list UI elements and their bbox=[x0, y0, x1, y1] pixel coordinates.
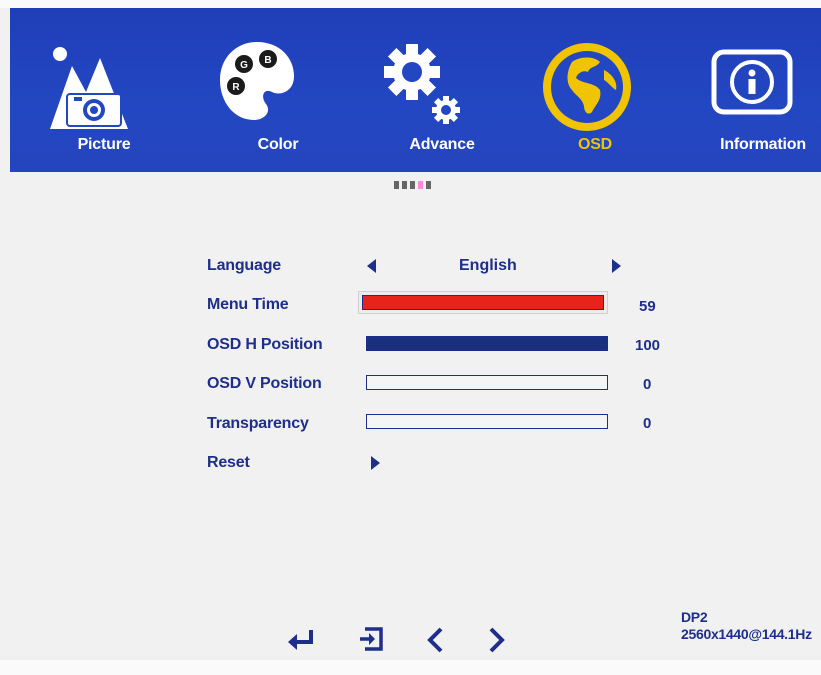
left-icon[interactable] bbox=[425, 626, 445, 654]
enter-icon[interactable] bbox=[287, 628, 317, 652]
osd-h-position-value: 100 bbox=[635, 337, 661, 354]
page-dot bbox=[402, 181, 407, 189]
right-icon[interactable] bbox=[487, 626, 507, 654]
tab-advance[interactable]: Advance bbox=[370, 8, 490, 172]
gears-icon bbox=[384, 44, 460, 124]
page-indicator bbox=[394, 181, 434, 189]
tab-osd[interactable]: OSD bbox=[540, 8, 640, 172]
osd-h-position-track bbox=[366, 336, 608, 351]
page-dot bbox=[426, 181, 431, 189]
reset-arrow-icon[interactable] bbox=[371, 456, 380, 470]
screen-bezel-bottom bbox=[0, 660, 821, 675]
osd-v-position-track bbox=[366, 375, 608, 390]
transparency-label: Transparency bbox=[207, 415, 309, 432]
language-next-arrow-icon[interactable] bbox=[612, 259, 621, 273]
language-label: Language bbox=[207, 257, 281, 274]
osd-h-position-slider[interactable] bbox=[366, 336, 608, 351]
page-dot bbox=[394, 181, 399, 189]
menu-time-slider[interactable] bbox=[358, 291, 608, 314]
page-dot bbox=[410, 181, 415, 189]
menu-time-track bbox=[362, 295, 604, 310]
menu-time-value: 59 bbox=[639, 298, 656, 315]
screen-bezel-top bbox=[0, 0, 821, 8]
reset-label: Reset bbox=[207, 454, 250, 471]
svg-text:R: R bbox=[232, 82, 240, 93]
tab-information[interactable]: Information bbox=[690, 8, 821, 172]
tab-osd-label: OSD bbox=[577, 136, 613, 153]
tab-advance-label: Advance bbox=[409, 136, 475, 153]
transparency-value: 0 bbox=[643, 415, 652, 432]
page-dot-active bbox=[418, 181, 423, 189]
picture-icon bbox=[50, 47, 128, 129]
transparency-slider[interactable] bbox=[366, 414, 608, 429]
menu-time-label: Menu Time bbox=[207, 296, 289, 313]
osd-h-position-fill bbox=[367, 337, 607, 350]
input-source: DP2 bbox=[681, 609, 708, 625]
globe-icon bbox=[543, 43, 631, 131]
exit-icon[interactable] bbox=[358, 626, 384, 652]
transparency-track bbox=[366, 414, 608, 429]
osd-header-bar: Picture G B R Color Advance OSD Informat… bbox=[10, 8, 821, 172]
resolution-refresh: 2560x1440@144.1Hz bbox=[681, 626, 812, 642]
language-prev-arrow-icon[interactable] bbox=[367, 259, 376, 273]
osd-v-position-value: 0 bbox=[643, 376, 652, 393]
tab-information-label: Information bbox=[720, 136, 806, 153]
osd-v-position-label: OSD V Position bbox=[207, 375, 322, 392]
tab-color[interactable]: G B R Color bbox=[200, 8, 310, 172]
tab-color-label: Color bbox=[257, 136, 299, 153]
language-value: English bbox=[459, 257, 517, 274]
osd-v-position-slider[interactable] bbox=[366, 375, 608, 390]
svg-text:B: B bbox=[264, 55, 271, 66]
tab-picture[interactable]: Picture bbox=[10, 8, 170, 172]
osd-h-position-label: OSD H Position bbox=[207, 336, 323, 353]
menu-time-fill bbox=[363, 296, 603, 309]
tab-picture-label: Picture bbox=[77, 136, 131, 153]
svg-text:G: G bbox=[240, 60, 248, 71]
color-palette-icon: G B R bbox=[220, 42, 294, 120]
info-icon bbox=[711, 49, 793, 115]
